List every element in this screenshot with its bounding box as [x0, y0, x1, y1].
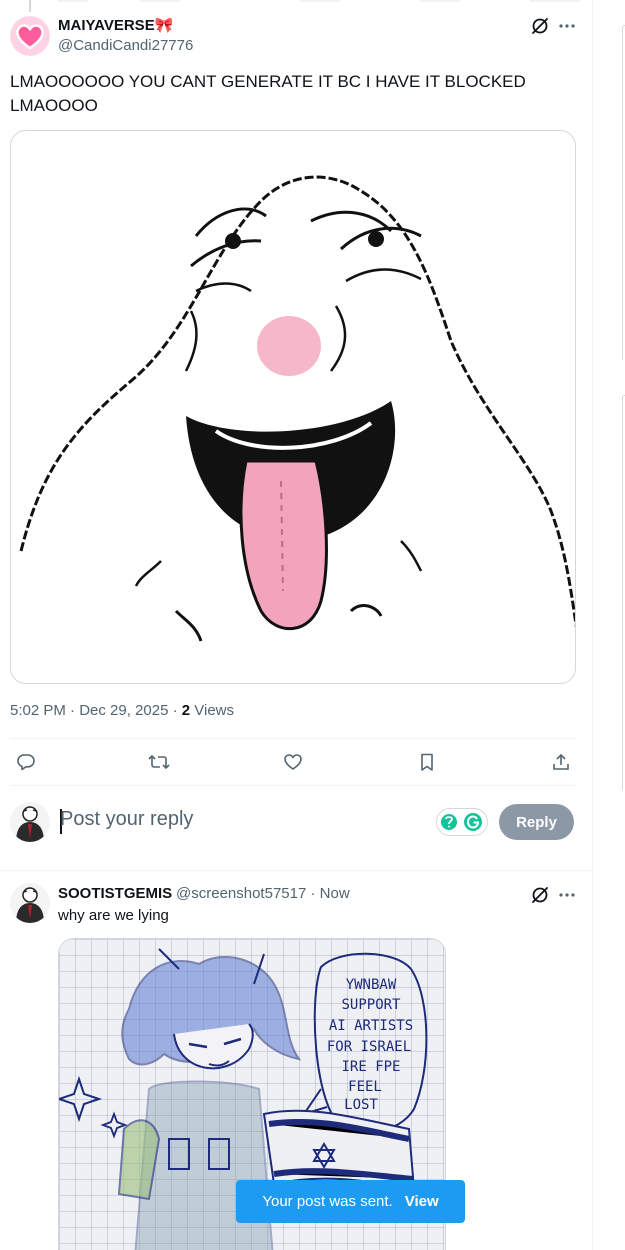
avatar[interactable] — [10, 883, 50, 923]
reply-timestamp[interactable]: Now — [320, 885, 350, 902]
divider — [10, 738, 576, 739]
author-handle[interactable]: @CandiCandi27776 — [58, 37, 193, 54]
speech-line: AI ARTISTS — [329, 1018, 413, 1034]
top-fragment — [140, 0, 180, 2]
toast-message: Your post was sent. — [262, 1193, 393, 1210]
reply-button[interactable]: Reply — [499, 804, 574, 840]
share-icon[interactable] — [550, 751, 572, 773]
speech-line: LOST — [344, 1097, 378, 1113]
reply-author-name[interactable]: SOOTISTGEMIS — [58, 885, 172, 902]
bookmark-icon[interactable] — [416, 751, 438, 773]
more-icon[interactable] — [556, 15, 578, 37]
top-fragment — [530, 0, 580, 2]
avatar[interactable] — [10, 16, 50, 56]
timeline-column: MAIYAVERSE🎀 @CandiCandi27776 LMAOOOOOO Y… — [0, 0, 593, 1250]
reply-author-meta: @screenshot57517 · Now — [176, 885, 350, 902]
reply-post-text: why are we lying — [58, 907, 169, 924]
post-timestamp[interactable]: 5:02 PM · Dec 29, 2025 · — [10, 702, 182, 719]
divider — [0, 870, 593, 871]
speech-line: IRE FPE — [341, 1059, 400, 1075]
top-fragment — [420, 0, 460, 2]
views-label: Views — [190, 702, 235, 719]
reply-author-handle[interactable]: @screenshot57517 — [176, 885, 306, 902]
like-icon[interactable] — [282, 751, 304, 773]
top-fragment — [300, 0, 340, 2]
speech-line: YWNBAW — [346, 977, 397, 993]
reply-icon[interactable] — [15, 751, 37, 773]
grok-icon[interactable] — [529, 15, 551, 37]
more-icon[interactable] — [556, 884, 578, 906]
reply-input[interactable]: Post your reply — [60, 808, 193, 831]
post-meta: 5:02 PM · Dec 29, 2025 · 2 Views — [10, 702, 234, 719]
repost-icon[interactable] — [148, 751, 170, 773]
post-sent-toast: Your post was sent. View — [236, 1180, 465, 1223]
top-fragment — [58, 0, 88, 2]
toast-view-link[interactable]: View — [405, 1193, 439, 1210]
speech-line: FOR ISRAEL — [327, 1039, 411, 1055]
author-name[interactable]: MAIYAVERSE🎀 — [58, 16, 173, 34]
speech-line: FEEL — [348, 1079, 382, 1095]
speech-line: SUPPORT — [341, 997, 401, 1013]
views-count: 2 — [181, 702, 191, 719]
meta-separator: · — [306, 885, 320, 902]
thread-connector-line — [29, 0, 31, 12]
post-image[interactable] — [10, 130, 576, 684]
grammarly-widget[interactable] — [436, 808, 488, 836]
grok-icon[interactable] — [529, 884, 551, 906]
avatar[interactable] — [10, 802, 50, 842]
divider — [10, 785, 576, 786]
post-text: LMAOOOOOO YOU CANT GENERATE IT BC I HAVE… — [10, 72, 526, 115]
